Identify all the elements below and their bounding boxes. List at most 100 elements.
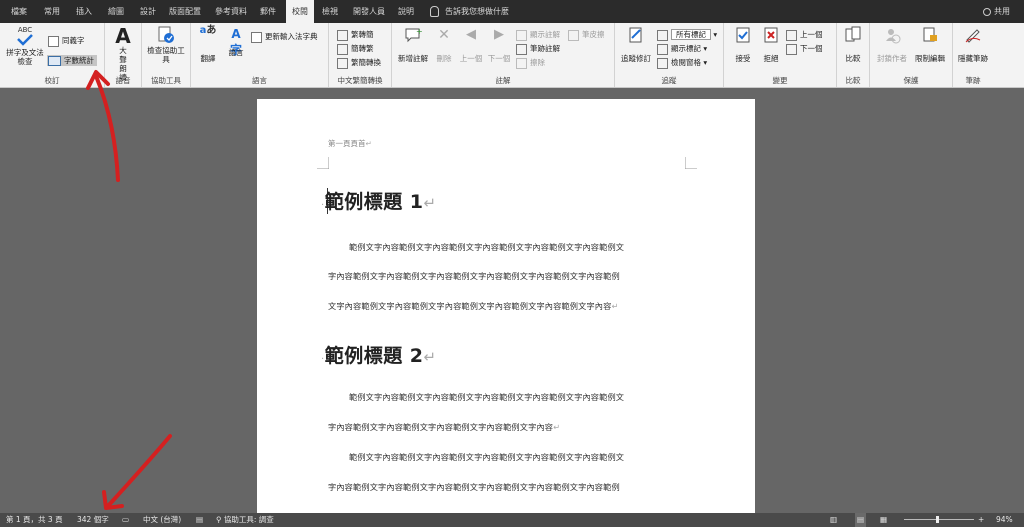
group-label-ink: 筆跡 — [965, 76, 981, 85]
tab-help[interactable]: 說明 — [394, 0, 418, 23]
prev-comment-button[interactable]: ◀ 上一個 — [458, 26, 484, 63]
thesaurus-button[interactable]: 同義字 — [48, 35, 85, 47]
show-comments-button[interactable]: 顯示註解 — [516, 29, 560, 41]
word-count-status[interactable]: 342 個字 — [77, 513, 109, 527]
ime-icon — [251, 31, 262, 43]
delete-comment-button[interactable]: ✕ 刪除 — [434, 26, 454, 63]
trad-to-simp-button[interactable]: 繁轉簡 — [337, 29, 374, 41]
paragraph-line[interactable]: 字內容範例文字內容範例文字內容範例文字內容範例文字內容範例文字內容範例 — [328, 481, 684, 493]
tab-mailings[interactable]: 郵件 — [256, 0, 280, 23]
pen-icon — [568, 29, 579, 41]
zoom-slider-thumb[interactable] — [935, 516, 939, 523]
tab-file[interactable]: 檔案 — [6, 0, 32, 23]
tell-me-box[interactable]: 告訴我您想做什麼 — [430, 0, 509, 23]
zoom-in-button[interactable]: + — [978, 513, 984, 527]
group-label-changes: 變更 — [772, 76, 788, 85]
restrict-editing-button[interactable]: 限制編輯 — [912, 26, 948, 63]
group-label-tracking: 追蹤 — [661, 76, 677, 85]
tab-references[interactable]: 參考資料 — [212, 0, 250, 23]
next-comment-button[interactable]: ▶ 下一個 — [486, 26, 512, 63]
zoom-level[interactable]: 94% — [996, 513, 1013, 527]
paragraph-line[interactable]: 字內容範例文字內容範例文字內容範例文字內容範例文字內容↵ — [328, 421, 684, 433]
group-proofing: ABC 拼字及文法檢查 同義字 字數統計 校訂 — [0, 23, 105, 87]
accessibility-status[interactable]: ⚲ 協助工具: 調查 — [216, 513, 274, 527]
heading-2[interactable]: ·範例標題 2↵ — [321, 341, 437, 368]
block-authors-button[interactable]: 封鎖作者 — [874, 26, 910, 63]
prev-change-button[interactable]: 上一個 — [786, 29, 823, 41]
read-mode-icon[interactable]: ▥ — [830, 513, 837, 527]
new-comment-button[interactable]: + 新增註解 — [396, 26, 430, 63]
group-accessibility: 檢查協助工具 協助工具 — [142, 23, 191, 87]
next-comment-icon: ▶ — [494, 27, 504, 42]
eraser-icon — [516, 57, 527, 69]
accept-button[interactable]: 接受 — [730, 26, 756, 63]
ink-comment-icon — [516, 43, 527, 55]
check-accessibility-button[interactable]: 檢查協助工具 — [146, 26, 186, 64]
share-button[interactable]: 共用 — [983, 0, 1010, 23]
svg-text:+: + — [416, 27, 422, 36]
reject-button[interactable]: 拒絕 — [758, 26, 784, 63]
show-markup-icon — [657, 43, 668, 55]
page-header-text: 第一頁頁首↵ — [328, 139, 372, 148]
read-aloud-button[interactable]: A 大聲朗讀 — [109, 26, 137, 82]
heading-1[interactable]: ·範例標題 1↵ — [321, 187, 437, 214]
update-ime-dictionary-button[interactable]: 更新輸入法字典 — [251, 31, 318, 43]
group-tracking: 追蹤修訂 所有標記 ▾ 顯示標記 ▾ 檢閱窗格 ▾ 追蹤 — [615, 23, 724, 87]
markup-icon — [657, 29, 668, 41]
tab-home[interactable]: 常用 — [40, 0, 64, 23]
paragraph-line[interactable]: 範例文字內容範例文字內容範例文字內容範例文字內容範例文字內容範例文 — [328, 241, 705, 253]
spelling-label: 拼字及文法檢查 — [6, 48, 44, 66]
tab-draw[interactable]: 繪圖 — [104, 0, 128, 23]
markup-display-select[interactable]: 所有標記 ▾ — [657, 29, 717, 41]
review-pane-icon — [657, 57, 668, 69]
group-label-accessibility: 協助工具 — [151, 76, 181, 85]
chinese-conversion-button[interactable]: 繁簡轉換 — [337, 57, 381, 69]
status-bar: 第 1 頁，共 3 頁 342 個字 ▭ 中文 (台灣) ▤ ⚲ 協助工具: 調… — [0, 513, 1024, 527]
tab-view[interactable]: 檢視 — [318, 0, 342, 23]
group-label-chinese-conversion: 中文繁簡轉換 — [337, 76, 383, 85]
group-protect: 封鎖作者 限制編輯 保護 — [870, 23, 953, 87]
show-markup-button[interactable]: 顯示標記 ▾ — [657, 43, 707, 55]
spelling-grammar-button[interactable]: ABC 拼字及文法檢查 — [4, 26, 46, 66]
document-page[interactable]: 第一頁頁首↵ ·範例標題 1↵ 範例文字內容範例文字內容範例文字內容範例文字內容… — [257, 99, 755, 519]
thesaurus-icon — [48, 35, 59, 47]
proofing-status-icon[interactable]: ▭ — [122, 513, 129, 527]
zoom-out-button[interactable]: − — [904, 513, 910, 527]
web-layout-icon[interactable]: ▦ — [880, 513, 887, 527]
hide-ink-button[interactable]: 隱藏筆跡 — [957, 26, 989, 63]
ink-start-button[interactable]: 筆皮擦 — [568, 29, 605, 41]
tab-developer[interactable]: 開發人員 — [350, 0, 388, 23]
translate-icon: aあ — [199, 25, 217, 36]
zoom-slider[interactable] — [904, 516, 974, 523]
conversion-icon — [337, 57, 348, 69]
compare-button[interactable]: 比較 — [841, 26, 865, 63]
macro-icon[interactable]: ▤ — [196, 513, 203, 527]
group-ink: 隱藏筆跡 筆跡 — [953, 23, 993, 87]
language-status[interactable]: 中文 (台灣) — [143, 513, 181, 527]
paragraph-line[interactable]: 文字內容範例文字內容範例文字內容範例文字內容範例文字內容範例文字內容↵ — [328, 300, 684, 312]
simp-to-trad-button[interactable]: 簡轉繁 — [337, 43, 374, 55]
erase-button[interactable]: 擦除 — [516, 57, 545, 69]
review-pane-button[interactable]: 檢閱窗格 ▾ — [657, 57, 707, 69]
person-icon — [983, 7, 991, 16]
track-changes-button[interactable]: 追蹤修訂 — [619, 26, 653, 63]
paragraph-line[interactable]: 範例文字內容範例文字內容範例文字內容範例文字內容範例文字內容範例文 — [328, 391, 705, 403]
language-button[interactable]: A字 語言 — [223, 26, 249, 57]
translate-button[interactable]: aあ 翻譯 — [195, 25, 221, 64]
tab-review[interactable]: 校閱 — [286, 0, 314, 23]
paragraph-line[interactable]: 字內容範例文字內容範例文字內容範例文字內容範例文字內容範例文字內容範例 — [328, 270, 684, 282]
group-changes: 接受 拒絕 上一個 下一個 變更 — [724, 23, 837, 87]
ink-comment-button[interactable]: 筆跡註解 — [516, 43, 560, 55]
prev-change-icon — [786, 29, 797, 41]
word-count-button[interactable]: 字數統計 — [47, 55, 97, 66]
page-number-status[interactable]: 第 1 頁，共 3 頁 — [6, 513, 63, 527]
lock-icon — [921, 26, 939, 44]
tab-layout[interactable]: 版面配置 — [166, 0, 204, 23]
group-label-comments: 註解 — [495, 76, 511, 85]
next-change-button[interactable]: 下一個 — [786, 43, 823, 55]
print-layout-icon[interactable]: ▤ — [855, 513, 867, 527]
tab-insert[interactable]: 插入 — [72, 0, 96, 23]
tab-design[interactable]: 設計 — [136, 0, 160, 23]
accessibility-check-icon — [157, 26, 175, 44]
paragraph-line[interactable]: 範例文字內容範例文字內容範例文字內容範例文字內容範例文字內容範例文 — [328, 451, 705, 463]
